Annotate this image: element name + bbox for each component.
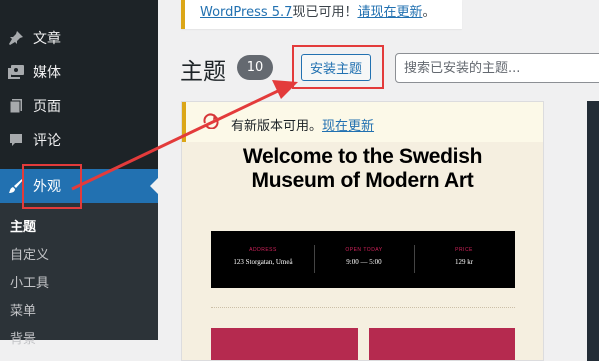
submenu-item-menus[interactable]: 菜单 — [10, 300, 36, 319]
sidebar-item-media[interactable]: 媒体 — [0, 55, 158, 89]
page-icon — [7, 97, 25, 115]
sidebar-item-label: 评论 — [33, 133, 61, 149]
wordpress-version-link[interactable]: WordPress 5.7 — [200, 5, 292, 20]
info-key: ADDRESS — [249, 247, 277, 253]
info-value: 123 Storgatan, Umeå — [233, 258, 293, 266]
sidebar-item-comments[interactable]: 评论 — [0, 123, 158, 157]
theme-update-link[interactable]: 现在更新 — [322, 119, 374, 134]
submenu-item-background[interactable]: 背景 — [10, 328, 36, 347]
notice-text: 现已可用！ — [292, 5, 358, 20]
theme-card[interactable]: 有新版本可用。现在更新 Welcome to the Swedish Museu… — [181, 101, 544, 361]
annotation-box-appearance — [22, 164, 82, 209]
theme-screenshot: Welcome to the Swedish Museum of Modern … — [182, 142, 543, 360]
screenshot-image-block — [369, 328, 515, 360]
screenshot-image-block — [211, 328, 358, 360]
submenu-item-widgets[interactable]: 小工具 — [10, 272, 49, 291]
search-themes-input[interactable] — [395, 53, 599, 83]
headline-line: Museum of Modern Art — [251, 169, 474, 192]
theme-card-next[interactable] — [587, 101, 599, 361]
update-now-link[interactable]: 请现在更新 — [357, 5, 422, 20]
info-value: 9:00 — 5:00 — [346, 258, 382, 266]
sidebar-item-label: 页面 — [33, 99, 61, 115]
comment-icon — [7, 131, 25, 149]
info-column: OPEN TODAY 9:00 — 5:00 — [314, 247, 414, 266]
info-key: PRICE — [455, 247, 473, 253]
theme-notice-text: 有新版本可用。 — [231, 119, 323, 134]
appearance-submenu: 主题 自定义 小工具 菜单 背景 — [0, 203, 158, 347]
notice-period: 。 — [422, 5, 436, 20]
museum-info-band: ADDRESS 123 Storgatan, Umeå OPEN TODAY 9… — [211, 231, 515, 288]
pushpin-icon — [7, 29, 25, 47]
sidebar-item-label: 文章 — [33, 31, 61, 47]
theme-count-badge: 10 — [237, 55, 273, 80]
media-icon — [7, 63, 25, 81]
update-icon — [202, 113, 220, 133]
info-value: 129 kr — [454, 258, 474, 266]
submenu-item-themes[interactable]: 主题 — [10, 216, 36, 235]
core-update-notice: WordPress 5.7现已可用！请现在更新。 — [181, 0, 462, 29]
submenu-item-customize[interactable]: 自定义 — [10, 244, 49, 263]
screenshot-divider — [211, 307, 515, 308]
sidebar-item-label: 媒体 — [33, 65, 61, 81]
sidebar-item-posts[interactable]: 文章 — [0, 21, 158, 55]
active-indicator — [150, 178, 158, 194]
screenshot-headline: Welcome to the Swedish Museum of Modern … — [182, 145, 543, 193]
page-title: 主题 — [180, 59, 226, 85]
info-column: PRICE 129 kr — [414, 247, 514, 266]
annotation-box-add-theme — [292, 45, 384, 89]
info-key: OPEN TODAY — [345, 247, 383, 253]
headline-line: Welcome to the Swedish — [242, 145, 483, 168]
info-column: ADDRESS 123 Storgatan, Umeå — [213, 247, 313, 266]
theme-update-notice: 有新版本可用。现在更新 — [182, 102, 543, 142]
sidebar-item-pages[interactable]: 页面 — [0, 89, 158, 123]
